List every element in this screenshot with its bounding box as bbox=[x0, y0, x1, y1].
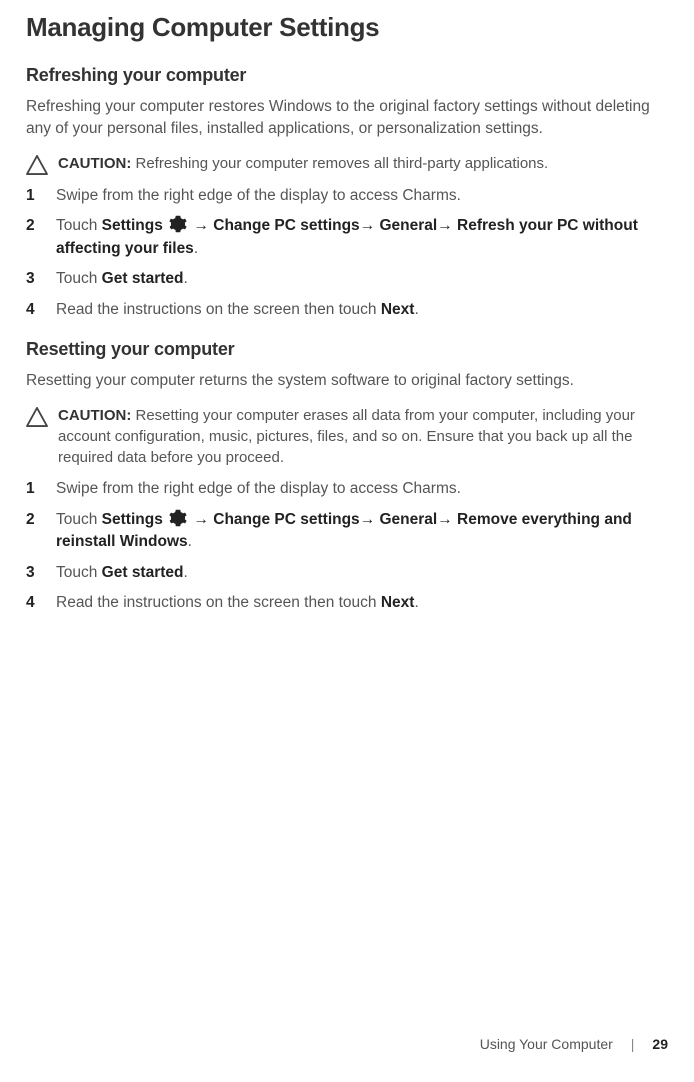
page-footer: Using Your Computer | 29 bbox=[26, 1026, 668, 1058]
step-text: Read the instructions on the screen then… bbox=[56, 299, 668, 321]
refresh-intro: Refreshing your computer restores Window… bbox=[26, 96, 668, 140]
list-item: Swipe from the right edge of the display… bbox=[26, 185, 668, 207]
caution-body: Refreshing your computer removes all thi… bbox=[131, 155, 548, 172]
refresh-steps: Swipe from the right edge of the display… bbox=[26, 185, 668, 321]
reset-intro: Resetting your computer returns the syst… bbox=[26, 370, 668, 392]
list-item: Touch Get started. bbox=[26, 562, 668, 584]
list-item: Swipe from the right edge of the display… bbox=[26, 478, 668, 500]
footer-separator: | bbox=[631, 1036, 635, 1052]
step-text: Swipe from the right edge of the display… bbox=[56, 478, 668, 500]
step-text: Swipe from the right edge of the display… bbox=[56, 185, 668, 207]
step-text: Touch Settings → Change PC settings→ Gen… bbox=[56, 509, 668, 554]
section-heading-reset: Resetting your computer bbox=[26, 339, 668, 360]
footer-chapter: Using Your Computer bbox=[480, 1036, 613, 1052]
step-text: Touch Get started. bbox=[56, 268, 668, 290]
step-text: Touch Settings → Change PC settings→ Gen… bbox=[56, 215, 668, 260]
list-item: Touch Settings → Change PC settings→ Gen… bbox=[26, 215, 668, 260]
step-text: Touch Get started. bbox=[56, 562, 668, 584]
caution-icon bbox=[26, 407, 48, 427]
reset-steps: Swipe from the right edge of the display… bbox=[26, 478, 668, 614]
caution-body: Resetting your computer erases all data … bbox=[58, 407, 635, 465]
gear-icon bbox=[169, 509, 187, 527]
caution-label: CAUTION: bbox=[58, 407, 131, 424]
list-item: Touch Get started. bbox=[26, 268, 668, 290]
caution-icon bbox=[26, 155, 48, 175]
caution-reset: CAUTION: Resetting your computer erases … bbox=[26, 406, 668, 468]
section-heading-refresh: Refreshing your computer bbox=[26, 65, 668, 86]
caution-label: CAUTION: bbox=[58, 155, 131, 172]
caution-text: CAUTION: Resetting your computer erases … bbox=[58, 406, 668, 468]
caution-text: CAUTION: Refreshing your computer remove… bbox=[58, 154, 548, 175]
list-item: Read the instructions on the screen then… bbox=[26, 592, 668, 614]
list-item: Touch Settings → Change PC settings→ Gen… bbox=[26, 509, 668, 554]
footer-page-number: 29 bbox=[652, 1036, 668, 1052]
page-title: Managing Computer Settings bbox=[26, 12, 668, 43]
gear-icon bbox=[169, 215, 187, 233]
list-item: Read the instructions on the screen then… bbox=[26, 299, 668, 321]
step-text: Read the instructions on the screen then… bbox=[56, 592, 668, 614]
caution-refresh: CAUTION: Refreshing your computer remove… bbox=[26, 154, 668, 175]
